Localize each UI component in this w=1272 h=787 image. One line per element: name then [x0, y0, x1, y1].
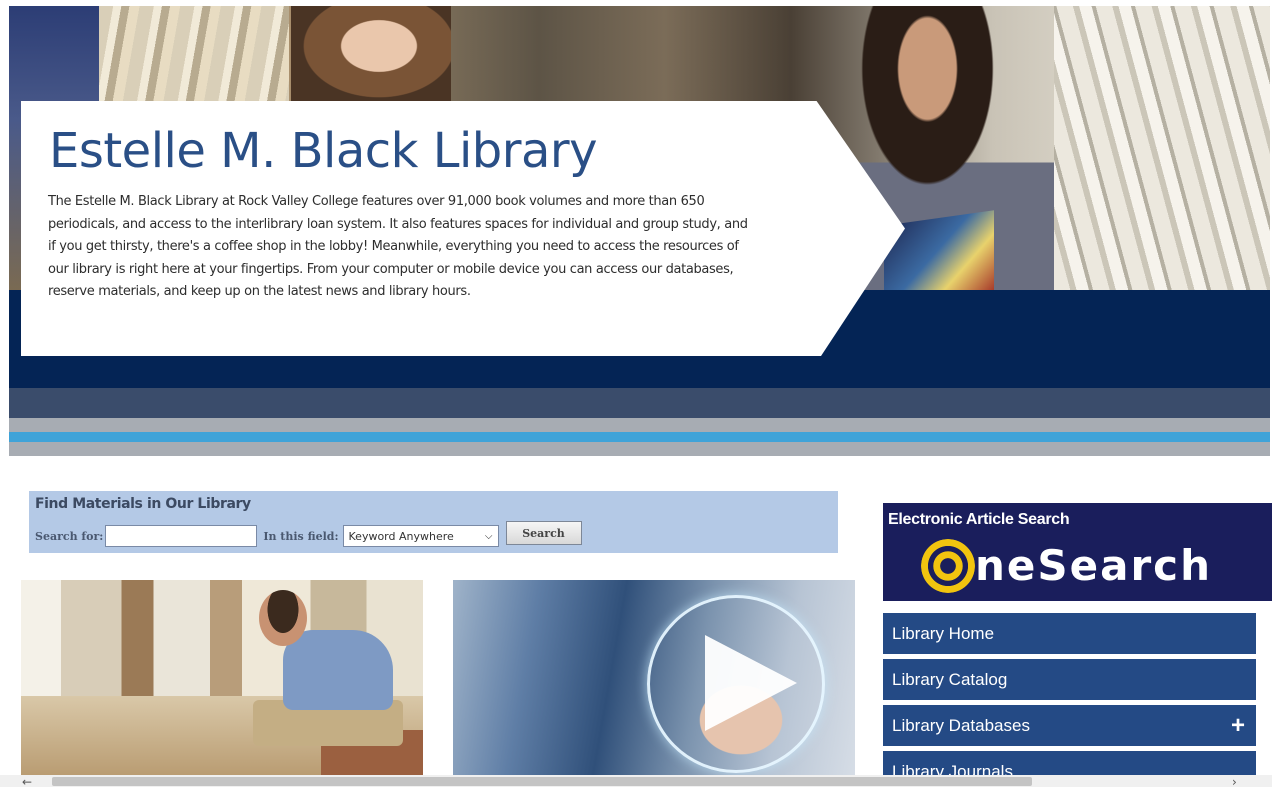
nav-item-library-catalog[interactable]: Library Catalog [883, 659, 1256, 700]
onesearch-logo-text: neSearch [975, 541, 1212, 590]
intro-description: The Estelle M. Black Library at Rock Val… [48, 194, 748, 299]
search-field-selected: Keyword Anywhere [348, 529, 454, 543]
chevron-down-icon: ⌵ [484, 530, 493, 542]
intro-card: Estelle M. Black Library The Estelle M. … [21, 101, 905, 356]
student-study-photo[interactable] [21, 580, 423, 776]
onesearch-logo-icon [921, 539, 975, 593]
divider-stripe [9, 418, 1270, 432]
page-title: Estelle M. Black Library [49, 123, 598, 179]
search-input[interactable] [105, 525, 258, 547]
nav-item-label: Library Databases [892, 715, 1030, 735]
library-nav-menu: Library Home Library Catalog Library Dat… [883, 613, 1256, 787]
photo-student-shirt [283, 630, 393, 710]
search-field-label: In this field: [263, 529, 339, 543]
hero-photo-books [99, 6, 289, 116]
hero-slate-band [9, 388, 1270, 418]
search-field-select[interactable]: Keyword Anywhere ⌵ [342, 525, 499, 547]
scroll-left-arrow-icon[interactable]: ← [22, 775, 32, 787]
library-page: Estelle M. Black Library The Estelle M. … [0, 0, 1272, 787]
nav-item-label: Library Catalog [892, 669, 1008, 689]
search-for-label: Search for: [35, 529, 104, 543]
search-button[interactable]: Search [505, 521, 582, 545]
video-tile[interactable] [453, 580, 855, 776]
expand-plus-icon[interactable]: + [1231, 712, 1245, 740]
nav-item-label: Library Home [892, 623, 995, 643]
horizontal-scrollbar[interactable]: ← › [0, 775, 1272, 787]
hero-photo-bookshelf-right [1054, 6, 1270, 291]
catalog-search-panel: Find Materials in Our Library Search for… [29, 491, 838, 553]
scroll-right-arrow-icon[interactable]: › [1232, 775, 1237, 787]
scrollbar-thumb[interactable] [52, 777, 1032, 786]
onesearch-title: Electronic Article Search [888, 511, 1070, 528]
nav-item-library-home[interactable]: Library Home [883, 613, 1256, 654]
photo-student-head [259, 590, 307, 646]
nav-item-library-databases[interactable]: Library Databases + [883, 705, 1256, 746]
onesearch-banner[interactable]: Electronic Article Search neSearch [883, 503, 1272, 601]
play-icon[interactable] [705, 635, 797, 731]
catalog-search-row: Search for: In this field: Keyword Anywh… [35, 521, 582, 549]
divider-stripe [9, 442, 1270, 456]
divider-accent-stripe [9, 432, 1270, 442]
catalog-search-heading: Find Materials in Our Library [35, 496, 251, 512]
hero-photo-student [291, 6, 451, 106]
